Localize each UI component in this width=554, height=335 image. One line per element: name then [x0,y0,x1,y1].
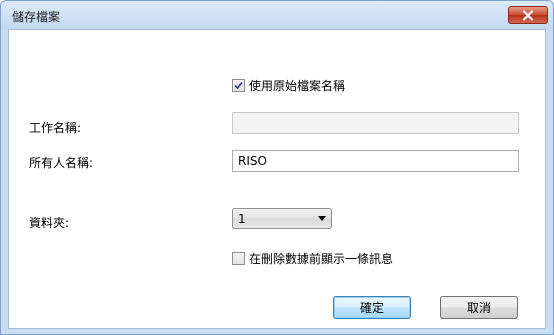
folder-select[interactable]: 1 [232,208,332,229]
folder-label: 資料夾: [29,216,70,230]
show-message-before-delete-option[interactable]: 在刪除數據前顯示一條訊息 [232,250,393,267]
use-original-filename-option[interactable]: 使用原始檔案名稱 [232,77,345,94]
ok-button[interactable]: 確定 [333,296,411,319]
cancel-button[interactable]: 取消 [440,296,518,319]
job-name-label: 工作名稱: [29,121,82,135]
dialog-body: 使用原始檔案名稱 工作名稱: 所有人名稱: 資料夾: 1 在刪除數據前顯示一條訊… [8,29,546,329]
use-original-filename-label: 使用原始檔案名稱 [249,79,346,93]
job-name-field[interactable] [232,112,519,134]
close-icon [522,9,534,21]
chevron-down-icon [318,216,326,221]
close-button[interactable] [508,6,548,24]
owner-name-field[interactable] [232,150,519,172]
show-message-before-delete-checkbox[interactable] [232,252,245,265]
owner-name-label: 所有人名稱: [29,156,94,170]
checkmark-icon [234,81,243,90]
folder-selected-value: 1 [238,211,246,226]
dropdown-arrow[interactable] [313,209,331,228]
title-bar: 儲存檔案 [1,1,553,29]
show-message-before-delete-label: 在刪除數據前顯示一條訊息 [249,252,394,266]
save-file-dialog: 儲存檔案 使用原始檔案名稱 工作名稱: 所有人名稱: 資料夾: 1 [0,0,554,335]
dialog-title: 儲存檔案 [12,10,61,24]
use-original-filename-checkbox[interactable] [232,79,245,92]
